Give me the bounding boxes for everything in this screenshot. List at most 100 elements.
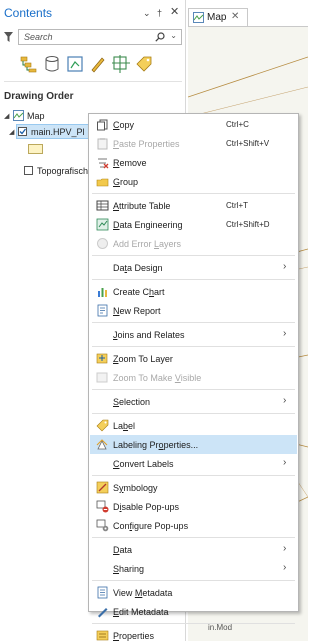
list-by-snapping-icon[interactable] <box>111 54 131 74</box>
menu-item-properties[interactable]: Properties <box>90 626 297 641</box>
menu-item-zoom-to-make-visible: Zoom To Make Visible <box>90 368 297 387</box>
topo-layer-checkbox[interactable] <box>24 166 33 175</box>
menu-item-sharing[interactable]: Sharing › <box>90 559 297 578</box>
pane-options-icon[interactable]: ⌄ <box>143 8 151 19</box>
menu-separator <box>92 322 295 323</box>
menu-item-label: Data <box>113 545 133 555</box>
menu-item-edit-metadata[interactable]: Edit Metadata <box>90 602 297 621</box>
labeling-properties-icon <box>96 439 108 450</box>
submenu-chevron-right-icon: › <box>283 457 287 468</box>
menu-item-new-report[interactable]: New Report <box>90 301 297 320</box>
tab-map[interactable]: Map ✕ <box>188 8 248 26</box>
map-tab-label: Map <box>207 12 227 23</box>
menu-item-labeling-properties[interactable]: Labeling Properties... <box>90 435 297 454</box>
pin-icon[interactable]: † <box>157 8 162 18</box>
menu-item-shortcut: Ctrl+Shift+D <box>226 220 270 229</box>
menu-item-shortcut: Ctrl+T <box>226 201 248 210</box>
list-by-editing-icon[interactable] <box>88 54 108 74</box>
menu-item-label: Group <box>113 177 139 187</box>
group-icon <box>96 178 109 187</box>
menu-item-label: View Metadata <box>113 588 173 598</box>
paste-properties-icon <box>97 138 108 150</box>
contents-pane-title-bar: Contents ⌄ † ✕ <box>0 0 186 26</box>
menu-item-symbology[interactable]: Symbology <box>90 478 297 497</box>
menu-item-label: Disable Pop-ups <box>113 502 180 512</box>
create-chart-icon <box>98 288 107 297</box>
search-input[interactable]: Search ⌄ <box>18 29 182 45</box>
menu-separator <box>92 580 295 581</box>
layer-symbol-swatch[interactable] <box>28 144 43 154</box>
menu-separator <box>92 475 295 476</box>
menu-separator <box>92 623 295 624</box>
menu-item-copy[interactable]: Copy Ctrl+C <box>90 115 297 134</box>
zoom-to-layer-icon <box>96 353 108 364</box>
menu-item-label: Edit Metadata <box>113 607 169 617</box>
data-engineering-icon <box>96 218 109 231</box>
disable-popups-icon <box>96 500 109 513</box>
menu-item-remove[interactable]: Remove <box>90 153 297 172</box>
menu-item-group[interactable]: Group <box>90 172 297 191</box>
new-report-icon <box>97 304 108 317</box>
menu-item-label: Add Error Layers <box>113 239 182 249</box>
search-icon[interactable] <box>155 32 165 42</box>
close-pane-icon[interactable]: ✕ <box>170 5 179 18</box>
layer-context-menu: Copy Ctrl+C Paste Properties Ctrl+Shift+V Re… <box>88 113 299 641</box>
menu-item-joins-and-relates[interactable]: Joins and Relates › <box>90 325 297 344</box>
menu-item-label: New Report <box>113 306 161 316</box>
symbology-icon <box>96 481 109 494</box>
map-expand-chevron-icon[interactable]: ◢ <box>4 112 9 120</box>
topo-layer-name[interactable]: Topografisch <box>37 166 88 176</box>
menu-item-attribute-table[interactable]: Attribute Table Ctrl+T <box>90 196 297 215</box>
configure-popups-icon <box>96 519 109 532</box>
menu-item-label: Zoom To Make Visible <box>113 373 202 383</box>
layer-expand-chevron-icon[interactable]: ◢ <box>9 128 14 136</box>
add-error-layers-icon <box>97 238 108 249</box>
menu-item-label: Sharing <box>113 564 145 574</box>
menu-item-label: Label <box>113 421 136 431</box>
edit-metadata-icon <box>98 608 108 618</box>
menu-item-data-engineering[interactable]: Data Engineering Ctrl+Shift+D <box>90 215 297 234</box>
menu-item-paste-properties: Paste Properties Ctrl+Shift+V <box>90 134 297 153</box>
list-by-labeling-icon[interactable] <box>134 54 154 74</box>
search-options-chevron-icon[interactable]: ⌄ <box>170 31 177 40</box>
main-layer-name[interactable]: main.HPV_Pl <box>31 127 85 137</box>
remove-icon <box>98 158 109 169</box>
map-icon <box>13 110 24 121</box>
menu-separator <box>92 389 295 390</box>
menu-item-shortcut: Ctrl+Shift+V <box>226 139 270 148</box>
menu-item-configure-pop-ups[interactable]: Configure Pop-ups <box>90 516 297 535</box>
menu-item-label: Copy <box>113 120 135 130</box>
menu-item-label: Properties <box>113 631 155 641</box>
map-tab-icon <box>193 12 204 23</box>
close-map-tab-icon[interactable]: ✕ <box>231 11 239 22</box>
drawing-order-heading: Drawing Order <box>4 91 74 102</box>
menu-item-create-chart[interactable]: Create Chart <box>90 282 297 301</box>
menu-separator <box>92 255 295 256</box>
menu-item-label: Convert Labels <box>113 459 174 469</box>
search-placeholder: Search <box>24 32 53 42</box>
attribute-table-icon <box>96 200 109 211</box>
list-by-data-source-icon[interactable] <box>42 54 62 74</box>
menu-separator <box>92 413 295 414</box>
menu-item-view-metadata[interactable]: View Metadata <box>90 583 297 602</box>
menu-item-label: Symbology <box>113 483 158 493</box>
submenu-chevron-right-icon: › <box>283 543 287 554</box>
menu-item-convert-labels[interactable]: Convert Labels › <box>90 454 297 473</box>
list-by-selection-icon[interactable] <box>65 54 85 74</box>
menu-item-data[interactable]: Data › <box>90 540 297 559</box>
list-by-drawing-order-icon[interactable] <box>19 54 39 74</box>
submenu-chevron-right-icon: › <box>283 261 287 272</box>
menu-item-disable-pop-ups[interactable]: Disable Pop-ups <box>90 497 297 516</box>
map-tree-item[interactable]: Map <box>27 111 45 121</box>
menu-item-zoom-to-layer[interactable]: Zoom To Layer <box>90 349 297 368</box>
main-layer-checkbox[interactable] <box>18 127 27 136</box>
menu-item-label: Configure Pop-ups <box>113 521 189 531</box>
menu-item-label: Data Engineering <box>113 220 183 230</box>
menu-item-label[interactable]: Label <box>90 416 297 435</box>
filter-icon[interactable] <box>4 32 13 42</box>
menu-item-selection[interactable]: Selection › <box>90 392 297 411</box>
zoom-to-make-visible-icon <box>96 372 108 383</box>
view-metadata-icon <box>97 586 108 599</box>
properties-icon <box>96 630 109 641</box>
menu-item-data-design[interactable]: Data Design › <box>90 258 297 277</box>
